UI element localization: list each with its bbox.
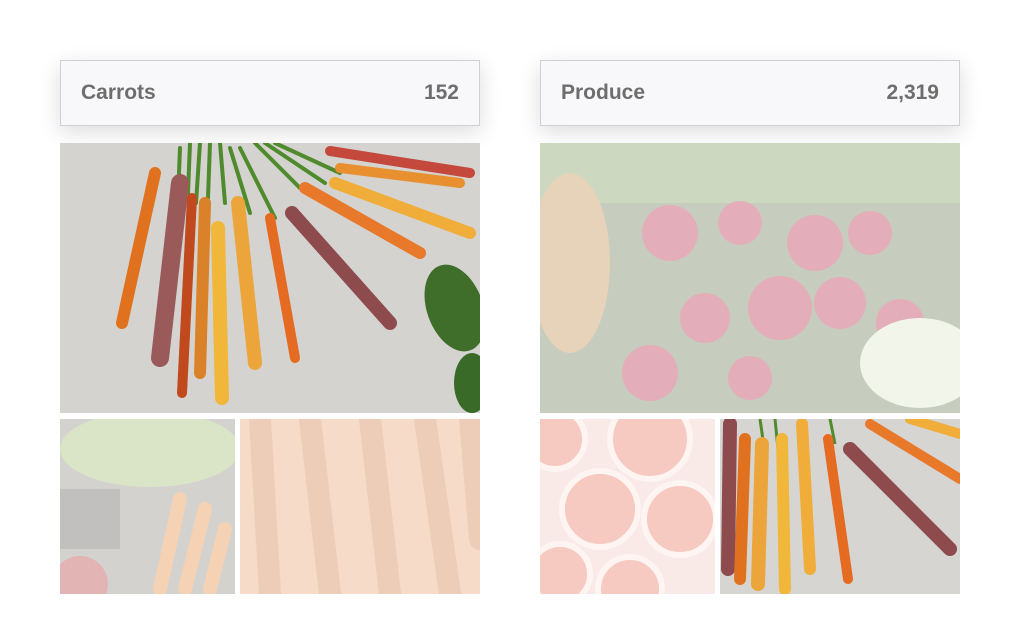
collection-header[interactable]: Produce 2,319 [540,60,960,126]
collection-count: 152 [423,81,459,104]
collection-card-carrots[interactable]: Carrots 152 [60,60,480,594]
photo-carrots-small[interactable] [720,419,960,594]
collection-card-produce[interactable]: Produce 2,319 [540,60,960,594]
photo-pale-carrots[interactable] [240,419,480,594]
photo-grapefruit-slices[interactable] [540,419,715,594]
collection-title: Carrots [81,81,156,104]
collection-title: Produce [561,81,646,104]
photo-market-vegetables[interactable] [60,419,235,594]
photo-carrots-bunch[interactable] [60,143,480,413]
photo-radishes[interactable] [540,143,960,413]
collection-header[interactable]: Carrots 152 [60,60,480,126]
collection-count: 2,319 [886,81,939,104]
